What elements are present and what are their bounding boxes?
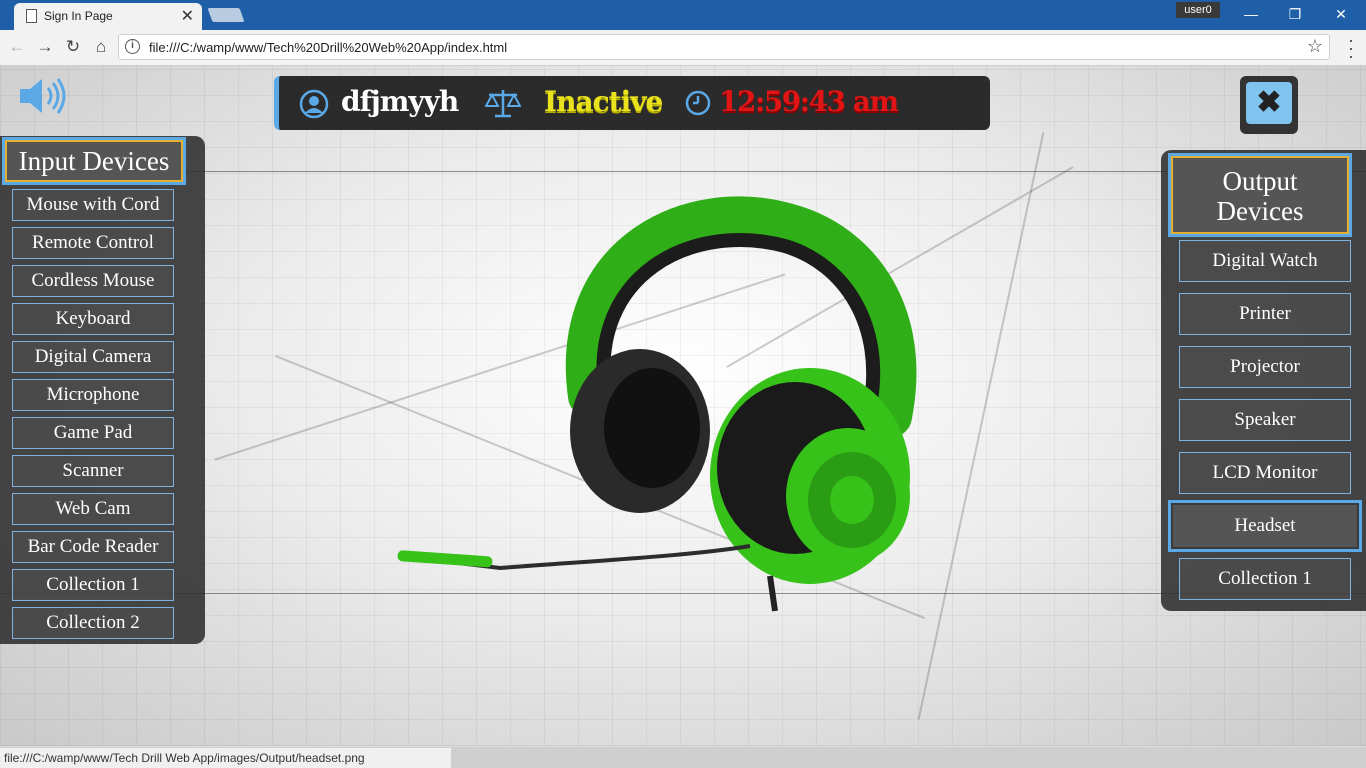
address-bar[interactable]: i file:///C:/wamp/www/Tech%20Drill%20Web…	[118, 34, 1330, 60]
input-device-collection-2[interactable]: Collection 2	[12, 607, 174, 639]
link-status-url: file:///C:/wamp/www/Tech Drill Web App/i…	[0, 747, 452, 768]
user-status-bar: dfjmyyh Inactive 12:59:43 am	[274, 76, 990, 130]
browser-title-bar: Sign In Page ✕ user0 — ❐ ✕	[0, 0, 1366, 30]
close-app-button[interactable]: ✖	[1240, 76, 1298, 134]
output-device-lcd-monitor[interactable]: LCD Monitor	[1179, 452, 1351, 494]
input-device-collection-1[interactable]: Collection 1	[12, 569, 174, 601]
reload-button[interactable]: ↻	[62, 36, 84, 58]
clock-icon	[685, 90, 711, 116]
speaker-volume-icon[interactable]	[18, 76, 68, 116]
activity-status-text: Inactive	[544, 85, 663, 118]
output-devices-panel: Output Devices Digital Watch Printer Pro…	[1161, 150, 1366, 611]
input-device-game-pad[interactable]: Game Pad	[12, 417, 174, 449]
output-device-speaker[interactable]: Speaker	[1179, 399, 1351, 441]
input-devices-panel: Input Devices Mouse with Cord Remote Con…	[0, 136, 205, 644]
page-icon	[26, 9, 37, 23]
home-button[interactable]: ⌂	[90, 36, 112, 58]
tab-title: Sign In Page	[44, 9, 113, 23]
tab-close-icon[interactable]: ✕	[181, 6, 194, 26]
page-content: dfjmyyh Inactive 12:59:43 am ✖ Input Dev…	[0, 66, 1366, 746]
clock-text: 12:59:43 am	[719, 85, 899, 118]
input-device-keyboard[interactable]: Keyboard	[12, 303, 174, 335]
browser-toolbar: ← → ↻ ⌂ i file:///C:/wamp/www/Tech%20Dri…	[0, 30, 1366, 66]
input-device-scanner[interactable]: Scanner	[12, 455, 174, 487]
input-device-mouse-with-cord[interactable]: Mouse with Cord	[12, 189, 174, 221]
close-icon: ✖	[1246, 82, 1292, 124]
minimize-button[interactable]: —	[1236, 4, 1266, 24]
headset-image	[397, 196, 917, 612]
browser-tab[interactable]: Sign In Page ✕	[14, 3, 202, 30]
maximize-button[interactable]: ❐	[1280, 4, 1310, 24]
profile-badge[interactable]: user0	[1176, 2, 1220, 18]
output-heading-line2: Devices	[1216, 196, 1304, 226]
input-device-cordless-mouse[interactable]: Cordless Mouse	[12, 265, 174, 297]
output-device-headset[interactable]: Headset	[1171, 503, 1359, 549]
new-tab-button[interactable]	[207, 8, 245, 22]
balance-scale-icon	[485, 90, 521, 118]
info-icon[interactable]: i	[125, 39, 140, 54]
window-close-button[interactable]: ✕	[1326, 4, 1356, 24]
browser-menu-icon[interactable]: · · ·	[1344, 31, 1358, 65]
username-text: dfjmyyh	[341, 85, 459, 118]
back-button[interactable]: ←	[6, 36, 28, 58]
output-device-projector[interactable]: Projector	[1179, 346, 1351, 388]
output-device-digital-watch[interactable]: Digital Watch	[1179, 240, 1351, 282]
forward-button[interactable]: →	[34, 36, 56, 58]
input-device-bar-code-reader[interactable]: Bar Code Reader	[12, 531, 174, 563]
user-icon	[299, 89, 329, 119]
output-heading-line1: Output	[1222, 166, 1298, 196]
input-devices-heading: Input Devices	[5, 140, 183, 182]
output-devices-heading: Output Devices	[1171, 156, 1349, 234]
input-device-web-cam[interactable]: Web Cam	[12, 493, 174, 525]
input-device-digital-camera[interactable]: Digital Camera	[12, 341, 174, 373]
bookmark-star-icon[interactable]: ☆	[1307, 36, 1323, 57]
output-device-printer[interactable]: Printer	[1179, 293, 1351, 335]
input-device-microphone[interactable]: Microphone	[12, 379, 174, 411]
url-text[interactable]: file:///C:/wamp/www/Tech%20Drill%20Web%2…	[149, 40, 507, 55]
output-device-collection-1[interactable]: Collection 1	[1179, 558, 1351, 600]
input-device-remote-control[interactable]: Remote Control	[12, 227, 174, 259]
